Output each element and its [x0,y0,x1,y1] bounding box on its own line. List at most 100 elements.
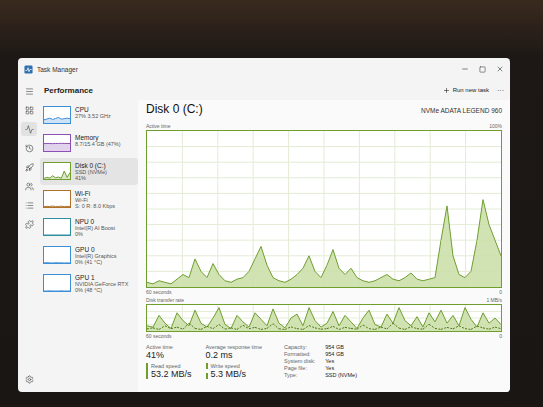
maximize-icon[interactable] [479,66,486,73]
active-time-graph [147,131,501,287]
panel-title: Disk 0 (C:) [146,102,203,116]
chart-segment [477,200,483,287]
chart-segment [441,310,447,331]
chart-segment [429,313,435,331]
chart-segment [303,256,309,287]
more-button[interactable]: ··· [497,87,504,94]
chart-segment [417,279,423,287]
chart-segment [387,275,393,287]
chart-segment [327,250,333,287]
nav-button[interactable] [21,160,37,174]
nav-button[interactable] [21,103,37,117]
chart-segment [309,256,315,287]
chart-segment [261,319,267,331]
chart-segment [333,326,339,329]
chart-segment [201,326,207,329]
chart-segment [255,246,261,287]
chart-segment [183,275,189,287]
chart-segment [219,275,225,287]
chart-segment [363,325,369,329]
device-item[interactable]: Disk 0 (C:)SSD (NVMe)41% [40,158,138,185]
device-item[interactable]: GPU 1NVIDIA GeForce RTX0% (48 °C) [40,270,138,297]
chart-axis: Disk transfer rate1 MB/s [146,296,502,304]
chart-segment [423,279,429,287]
nav-button[interactable] [21,84,37,98]
chart-segment [189,323,195,328]
task-manager-icon [24,65,33,74]
chart-segment [267,309,273,331]
chart-segment [447,327,453,329]
device-detail: 27% 3.52 GHz [75,113,111,119]
nav-button[interactable] [21,372,37,386]
chart-segment [435,310,441,331]
nav-button[interactable] [21,179,37,193]
stat-value: 0.2 ms [206,350,262,360]
chart-segment [249,259,255,287]
chart-segment [471,326,477,329]
chart-segment [399,278,405,287]
device-detail: 41% [75,175,107,181]
chart-segment [369,328,375,330]
chart-segment [369,281,375,287]
chart-segment [369,310,375,331]
device-item[interactable]: Memory8.7/15.4 GB (47%) [40,130,138,157]
nav-icon [25,163,34,172]
chart-segment [195,328,201,329]
chart-segment [477,313,483,331]
chart-segment [285,279,291,287]
stat: Write speed5.3 MB/s [206,363,262,379]
usage-thumbnail [43,190,71,208]
minimize-icon[interactable] [461,65,469,73]
chart-segment [435,240,441,287]
device-detail: SSD (NVMe) [75,169,107,175]
device-item[interactable]: CPU27% 3.52 GHz [40,102,138,129]
chart-segment [429,278,435,287]
chart-segment [411,273,417,287]
chart-segment [423,324,429,329]
chart-segment [303,308,309,331]
chart-segment [495,240,501,287]
nav-button[interactable] [21,122,37,136]
chart-segment [267,324,273,329]
chart-segment [225,325,231,332]
chart-segment [405,321,411,331]
nav-button[interactable] [21,198,37,212]
disk-panel: Disk 0 (C:)NVMe ADATA LEGEND 960Active t… [138,100,510,392]
chart-segment [291,275,297,287]
property-value: 954 GB [325,344,357,350]
nav-button[interactable] [21,217,37,231]
nav-button[interactable] [21,141,37,155]
chart-segment [189,310,195,331]
chart-segment [441,206,447,287]
close-icon[interactable] [496,65,504,73]
chart-segment [207,264,213,287]
chart-segment [345,327,351,328]
chart-segment [363,310,369,331]
chart-segment [321,265,327,287]
chart-axis: 60 seconds0 [146,288,502,296]
chart-segment [315,271,321,287]
chart-segment [489,327,495,329]
usage-thumbnail [43,162,71,180]
device-name: Disk 0 (C:) [75,162,107,169]
device-item[interactable]: Wi-FiWi-FiS: 0 R: 8.0 Kbps [40,186,138,213]
property-value: SSD (NVMe) [325,372,357,378]
device-item[interactable]: GPU 0Intel(R) Graphics0% (41 °C) [40,242,138,269]
device-name: Wi-Fi [75,190,115,197]
chart-segment [237,278,243,287]
property-value: 954 GB [325,351,357,357]
chart-axis: Active time100% [146,122,502,130]
chart-segment [387,314,393,331]
chart-grid [147,131,501,287]
chart-segment [321,323,327,331]
chart-segment [225,328,231,329]
chart-segment [393,279,399,287]
chart-segment [489,318,495,331]
device-item[interactable]: NPU 0Intel(R) AI Boost0% [40,214,138,241]
chart-segment [267,265,273,287]
chart-segment [339,268,345,287]
chart-grid [147,305,501,331]
property-label: System disk: [284,358,315,364]
chart-segment [423,313,429,331]
run-task-button[interactable]: Run new task [443,87,489,94]
